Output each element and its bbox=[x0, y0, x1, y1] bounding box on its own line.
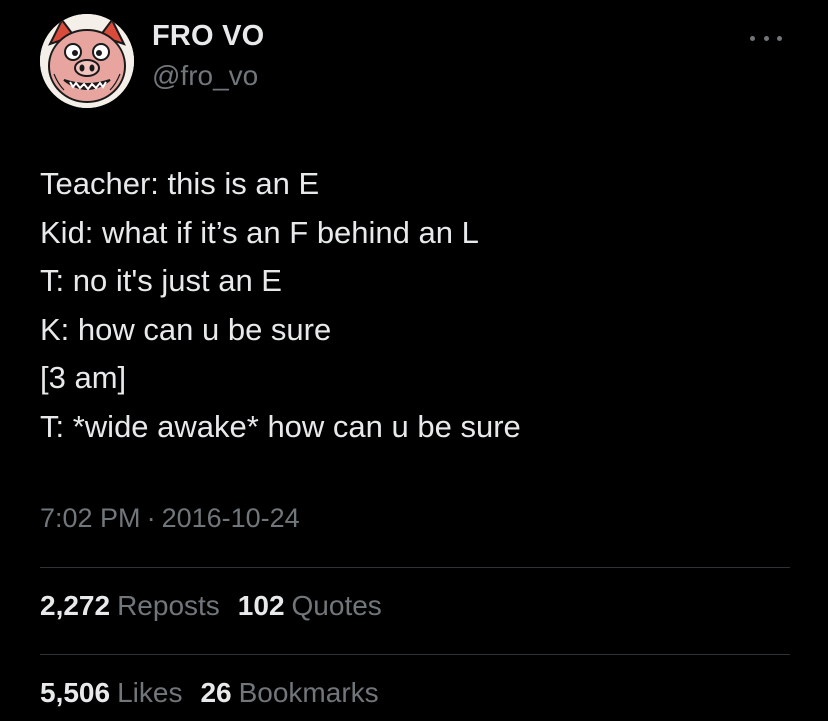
more-dot bbox=[763, 35, 769, 41]
tweet-timestamp[interactable]: 7:02 PM · 2016-10-24 bbox=[40, 503, 300, 534]
reposts-stat[interactable]: 2,272 Reposts bbox=[40, 590, 220, 622]
timestamp-separator: · bbox=[146, 503, 156, 533]
bookmarks-label: Bookmarks bbox=[238, 677, 379, 708]
author-handle[interactable]: @fro_vo bbox=[152, 60, 258, 92]
tweet-line: [3 am] bbox=[40, 360, 127, 395]
more-dot bbox=[750, 35, 755, 41]
bookmarks-stat[interactable]: 26 Bookmarks bbox=[200, 677, 378, 709]
tweet-line: T: *wide awake* how can u be sure bbox=[40, 408, 521, 444]
author-avatar[interactable] bbox=[40, 14, 134, 108]
quotes-count: 102 bbox=[237, 590, 285, 621]
reposts-count: 2,272 bbox=[40, 590, 111, 621]
tweet-time: 7:02 PM bbox=[40, 503, 141, 533]
quotes-label: Quotes bbox=[291, 590, 382, 621]
more-dot bbox=[777, 35, 782, 41]
divider bbox=[40, 567, 790, 568]
tweet-card: FRO VO @fro_vo Teacher: this is an E Kid… bbox=[0, 0, 828, 721]
tweet-line: Kid: what if it’s an F behind an L bbox=[40, 214, 479, 250]
quotes-stat[interactable]: 102 Quotes bbox=[238, 590, 382, 622]
author-display-name[interactable]: FRO VO bbox=[152, 20, 264, 53]
tweet-date: 2016-10-24 bbox=[161, 503, 300, 533]
more-options-icon[interactable] bbox=[750, 30, 782, 46]
likes-stat[interactable]: 5,506 Likes bbox=[40, 677, 182, 709]
likes-count: 5,506 bbox=[40, 677, 111, 708]
bookmarks-count: 26 bbox=[200, 677, 232, 708]
likes-label: Likes bbox=[117, 677, 183, 708]
tweet-text: Teacher: this is an E Kid: what if it’s … bbox=[40, 160, 521, 451]
reposts-label: Reposts bbox=[117, 590, 220, 621]
stats-row-saves: 5,506 Likes 26 Bookmarks bbox=[40, 677, 397, 709]
stats-row-engagement: 2,272 Reposts 102 Quotes bbox=[40, 590, 400, 622]
tweet-line: K: how can u be sure bbox=[40, 311, 332, 347]
tweet-line: T: no it's just an E bbox=[40, 263, 282, 298]
pig-face-icon bbox=[40, 14, 134, 108]
divider bbox=[40, 654, 790, 655]
tweet-line: Teacher: this is an E bbox=[40, 166, 320, 201]
